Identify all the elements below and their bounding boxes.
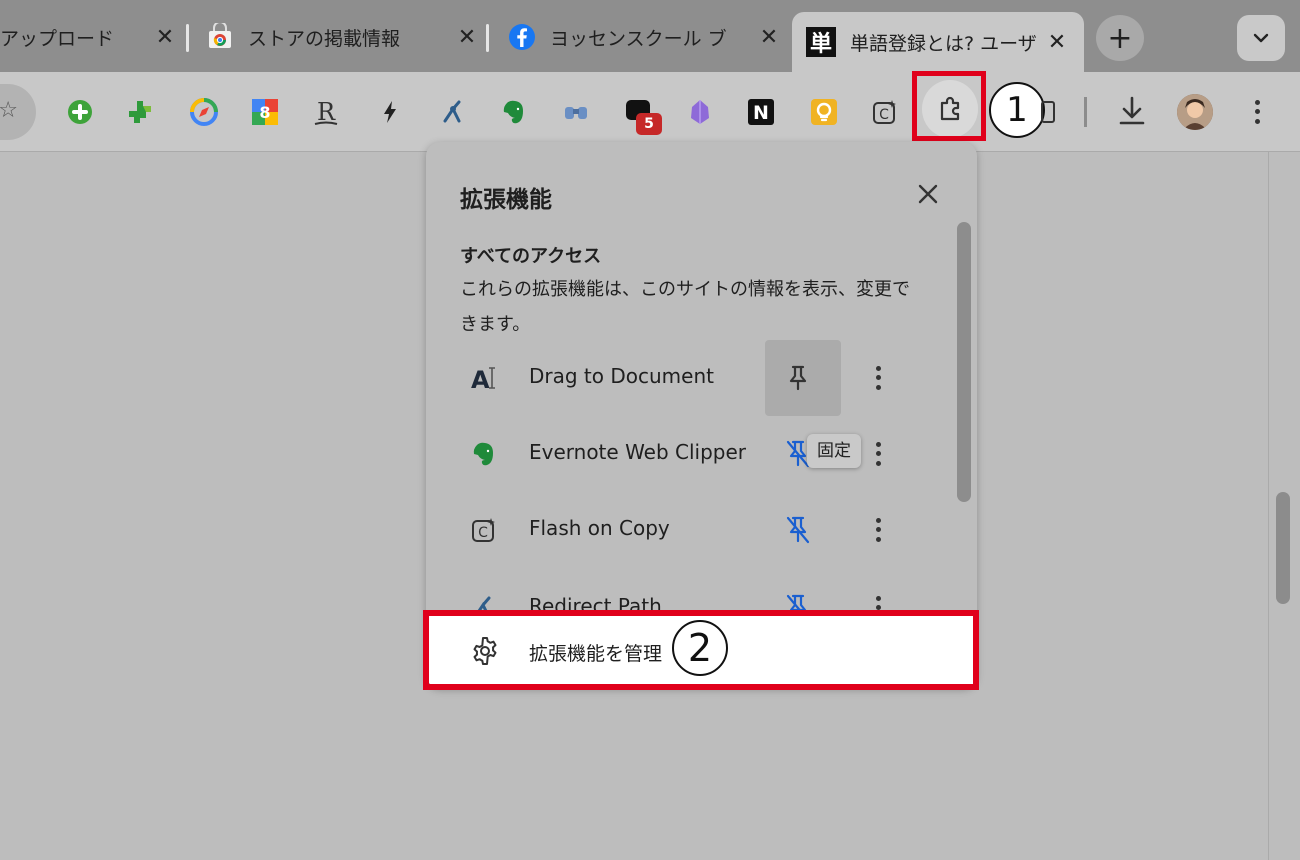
extension-row-flash-on-copy[interactable]: C Flash on Copy <box>426 492 956 568</box>
tab-close-icon[interactable]: ✕ <box>452 25 482 50</box>
extension-rakuten-r-icon[interactable]: R <box>310 96 342 128</box>
section-heading-full-access: すべてのアクセス <box>460 246 602 267</box>
tab-title: ヨッセンスクール ブ <box>550 27 727 50</box>
extensions-popup: 拡張機能 すべてのアクセス これらの拡張機能は、このサイトの情報を表示、変更でき… <box>426 142 977 688</box>
tab-close-icon[interactable]: ✕ <box>1042 30 1072 55</box>
more-options-button[interactable] <box>866 360 890 396</box>
flash-on-copy-icon: C <box>468 514 500 546</box>
tab-yossen-school[interactable]: ヨッセンスクール ブ ✕ <box>494 12 784 62</box>
extension-compass-icon[interactable] <box>188 96 220 128</box>
extension-google-color-icon[interactable]: 8 <box>249 96 281 128</box>
svg-text:C: C <box>478 525 488 541</box>
download-icon <box>1119 96 1145 125</box>
close-icon <box>918 184 938 204</box>
tab-search-button[interactable] <box>1237 15 1285 61</box>
tab-title: アップロード <box>0 27 115 50</box>
tango-icon: 単 <box>806 27 836 57</box>
unpinned-button[interactable] <box>780 512 816 548</box>
section-description: これらの拡張機能は、このサイトの情報を表示、変更できます。 <box>460 279 910 335</box>
extension-notion-icon[interactable]: N <box>745 96 777 128</box>
tab-tango-touroku[interactable]: 単 単語登録とは? ユーザ ✕ <box>792 12 1084 72</box>
extension-row-evernote[interactable]: Evernote Web Clipper <box>426 416 956 492</box>
callout-number-2: 2 <box>672 620 728 676</box>
popup-close-button[interactable] <box>912 178 944 210</box>
tab-strip: アップロード ✕ ストアの掲載情報 ✕ ヨッセンスクール ブ ✕ 単 単語登録と… <box>0 0 1300 72</box>
extension-lightbulb-icon[interactable] <box>808 96 840 128</box>
popup-title: 拡張機能 <box>460 187 552 213</box>
toolbar-separator <box>1084 97 1087 127</box>
pin-off-icon <box>786 516 810 544</box>
popup-scrollbar-thumb[interactable] <box>957 222 971 502</box>
pin-button[interactable] <box>780 360 816 396</box>
new-tab-button[interactable]: + <box>1096 15 1144 61</box>
extension-name: Drag to Document <box>529 364 714 388</box>
extension-purple-crystal-icon[interactable] <box>684 96 716 128</box>
evernote-icon <box>468 438 500 470</box>
extension-name: Evernote Web Clipper <box>529 440 747 464</box>
redirect-path-icon[interactable] <box>438 96 470 128</box>
star-icon[interactable]: ☆ <box>0 98 18 123</box>
pin-tooltip: 固定 <box>807 434 861 468</box>
extension-lightning-icon[interactable] <box>374 96 406 128</box>
highlight-box-extensions-button <box>912 71 986 141</box>
chevron-down-icon <box>1253 33 1269 43</box>
tab-title: ストアの掲載情報 <box>248 27 401 50</box>
more-options-button[interactable] <box>866 436 890 472</box>
profile-avatar[interactable] <box>1177 94 1213 130</box>
extension-puzzle-green-icon[interactable] <box>126 96 158 128</box>
facebook-icon <box>509 24 535 50</box>
extension-binoculars-icon[interactable] <box>560 96 592 128</box>
evernote-icon[interactable] <box>498 96 530 128</box>
tab-close-icon[interactable]: ✕ <box>150 25 180 50</box>
extension-green-plus-icon[interactable] <box>64 96 96 128</box>
more-options-button[interactable] <box>866 512 890 548</box>
extension-row-drag-to-document[interactable]: A Drag to Document <box>426 340 956 416</box>
tab-upload[interactable]: アップロード ✕ <box>0 12 180 62</box>
page-scrollbar-thumb[interactable] <box>1276 492 1290 604</box>
tab-separator <box>486 24 489 52</box>
chrome-web-store-icon <box>209 23 231 48</box>
tab-separator <box>186 24 189 52</box>
plus-icon: + <box>1107 20 1133 56</box>
flash-on-copy-icon[interactable]: C <box>869 96 901 128</box>
tab-title: 単語登録とは? ユーザ <box>850 32 1037 55</box>
extension-notification-badge: 5 <box>636 113 662 135</box>
svg-text:C: C <box>879 107 889 123</box>
downloads-button[interactable] <box>1116 94 1148 132</box>
side-panel-icon[interactable] <box>1040 96 1056 128</box>
tab-store-listing[interactable]: ストアの掲載情報 ✕ <box>192 12 482 62</box>
tab-close-icon[interactable]: ✕ <box>754 25 784 50</box>
svg-text:A: A <box>471 366 490 394</box>
extension-name: Flash on Copy <box>529 516 670 540</box>
chrome-menu-button[interactable] <box>1247 94 1267 130</box>
drag-to-document-icon: A <box>468 362 500 394</box>
pin-icon <box>789 365 807 391</box>
callout-number-1: 1 <box>989 82 1045 138</box>
svg-text:N: N <box>753 102 769 124</box>
svg-text:8: 8 <box>259 103 270 122</box>
